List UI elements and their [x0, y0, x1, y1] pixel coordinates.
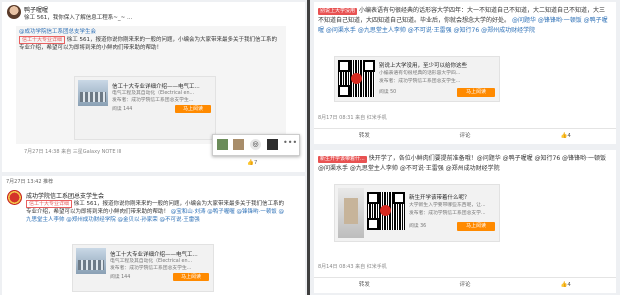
post-meta: 8月17日 08:31 来自 红米手机: [318, 115, 387, 121]
share-card[interactable]: 信工十大专业详细介绍——电气工... 电气工程及其自动化（Electrical …: [72, 244, 214, 292]
action-bar: 转发 评论 👍4: [314, 277, 616, 292]
thumb-up-icon: 👍: [247, 160, 254, 166]
avatar-b-icon[interactable]: [233, 139, 244, 150]
feed-post: 别说上大学没用 小编表语有句很经典的话形容大学四年：大一不知道自己不知道，大二知…: [314, 2, 616, 144]
like-count: 4: [567, 282, 571, 288]
share-publisher: 发布者：成功学院信工系团总支学生...: [110, 266, 192, 271]
post-text: 徐工 561，我你保入了解信息工程系~_~ ...: [24, 15, 133, 21]
share-card[interactable]: 别说上大学没用，至少可以给你这些 小编表语有句很经典的话形容大学四... 发布者…: [334, 56, 500, 102]
like-button[interactable]: 👍4: [515, 278, 616, 292]
right-feed-panel: 别说上大学没用 小编表语有句很经典的话形容大学四年：大一不知道自己不知道，大二知…: [310, 0, 620, 295]
share-read-count: 阅读 50: [379, 90, 397, 95]
quote-author[interactable]: @成功学院信工系团总支学生会: [19, 28, 96, 36]
read-now-button[interactable]: 马上阅读: [173, 273, 209, 281]
action-bar: 转发 评论 👍4: [314, 128, 616, 143]
feed-post: 7月27日 13:42 推荐 成功学院信工系团总支学生会 信工十大专业详细 徐工…: [2, 176, 305, 295]
post-meta: 8月14日 08:43 来自 红米手机: [318, 264, 387, 270]
qr-code-image: [367, 192, 405, 230]
read-now-button[interactable]: 马上阅读: [175, 105, 211, 113]
action-popover: ◎ •••: [212, 134, 300, 156]
share-read-count: 阅读 144: [112, 107, 133, 112]
comment-button[interactable]: 评论: [415, 129, 516, 143]
more-icon[interactable]: •••: [283, 138, 297, 147]
read-now-button[interactable]: 马上阅读: [457, 88, 495, 97]
post-body: 信工十大专业详细 徐工 561，报道你说你刚来来的一般的问题，小编会为大家带来最…: [26, 200, 285, 223]
share-read-count: 阅读 144: [110, 275, 131, 280]
like-button[interactable]: 👍7: [247, 160, 257, 166]
like-count: 7: [253, 160, 258, 166]
share-title: 信工十大专业详细介绍——电气工...: [112, 84, 200, 90]
feed-post: 新生开学该带着什... 快开学了，各位小鲜肉们要提前准备哦！@问题华 @鸭子喔喔…: [314, 150, 616, 293]
share-thumbnail: [338, 188, 364, 238]
quoted-post[interactable]: @成功学院信工系团总支学生会 信工十大专业详细 徐工 561，报道你说你刚来来的…: [16, 26, 286, 144]
post-time: 7月27日 13:42 推荐: [6, 179, 54, 185]
repost-button[interactable]: 转发: [314, 129, 415, 143]
topic-tag[interactable]: 新生开学该带着什...: [318, 156, 367, 163]
post-body: 新生开学该带着什... 快开学了，各位小鲜肉们要提前准备哦！@问题华 @鸭子喔喔…: [318, 155, 606, 172]
avatar-c-icon[interactable]: [267, 139, 278, 150]
share-title: 别说上大学没用，至少可以给你这些: [379, 63, 468, 69]
read-now-button[interactable]: 马上阅读: [457, 222, 495, 231]
share-card[interactable]: 新生开学该带着什么呢？ 大学新生入学要带哪些东西呢，让... 发布者：成功学院信…: [334, 184, 500, 242]
share-publisher: 发布者：成功学院信工系团总支学...: [409, 211, 486, 216]
left-feed-panel: 鸭子喔喔 徐工 561，我你保入了解信息工程系~_~ ... @成功学院信工系团…: [0, 0, 307, 295]
post-body: 别说上大学没用 小编表语有句很经典的话形容大学四年：大一不知道自己不知道，大二知…: [318, 7, 608, 34]
share-read-count: 阅读 36: [409, 224, 427, 229]
post-author[interactable]: 成功学院信工系团总支学生会: [26, 191, 104, 200]
topic-tag[interactable]: 信工十大专业详细: [19, 36, 66, 44]
share-card[interactable]: 信工十大专业详细介绍——电气工... 电气工程及其自动化（Electrical …: [74, 76, 216, 140]
share-title: 新生开学该带着什么呢？: [409, 195, 470, 201]
comment-button[interactable]: 评论: [415, 278, 516, 292]
avatar-a-icon[interactable]: [217, 139, 228, 150]
like-button[interactable]: 👍4: [515, 129, 616, 143]
post-author[interactable]: 鸭子喔喔: [24, 5, 48, 14]
share-title: 信工十大专业详细介绍——电气工...: [110, 252, 198, 258]
share-publisher: 发布者：成功学院信工系团总支学生...: [112, 98, 194, 103]
share-subtitle: 电气工程及其自动化（Electrical en...: [110, 259, 193, 264]
share-thumbnail: [76, 248, 106, 274]
share-subtitle: 大学新生入学要带哪些东西呢，让...: [409, 203, 486, 208]
quote-body: 信工十大专业详细 徐工 561，报道你说你刚来来的一般的问题，小编会为大家带来最…: [19, 36, 278, 51]
like-count: 4: [567, 133, 571, 139]
qr-code-image: [338, 60, 375, 97]
repost-icon[interactable]: ◎: [250, 139, 261, 150]
share-thumbnail: [78, 80, 108, 106]
topic-tag[interactable]: 别说上大学没用: [318, 8, 358, 15]
repost-button[interactable]: 转发: [314, 278, 415, 292]
share-publisher: 发布者：成功学院信工系团总支学生...: [379, 79, 461, 84]
avatar[interactable]: [7, 5, 21, 19]
share-subtitle: 小编表语有句很经典的话形容大学四...: [379, 71, 461, 76]
topic-tag[interactable]: 信工十大专业详细: [26, 200, 73, 208]
share-subtitle: 电气工程及其自动化（Electrical en...: [112, 91, 195, 96]
post-meta: 7月27日 14:38 来自 三星Galaxy NOTE III: [24, 149, 122, 155]
avatar[interactable]: [7, 190, 22, 205]
